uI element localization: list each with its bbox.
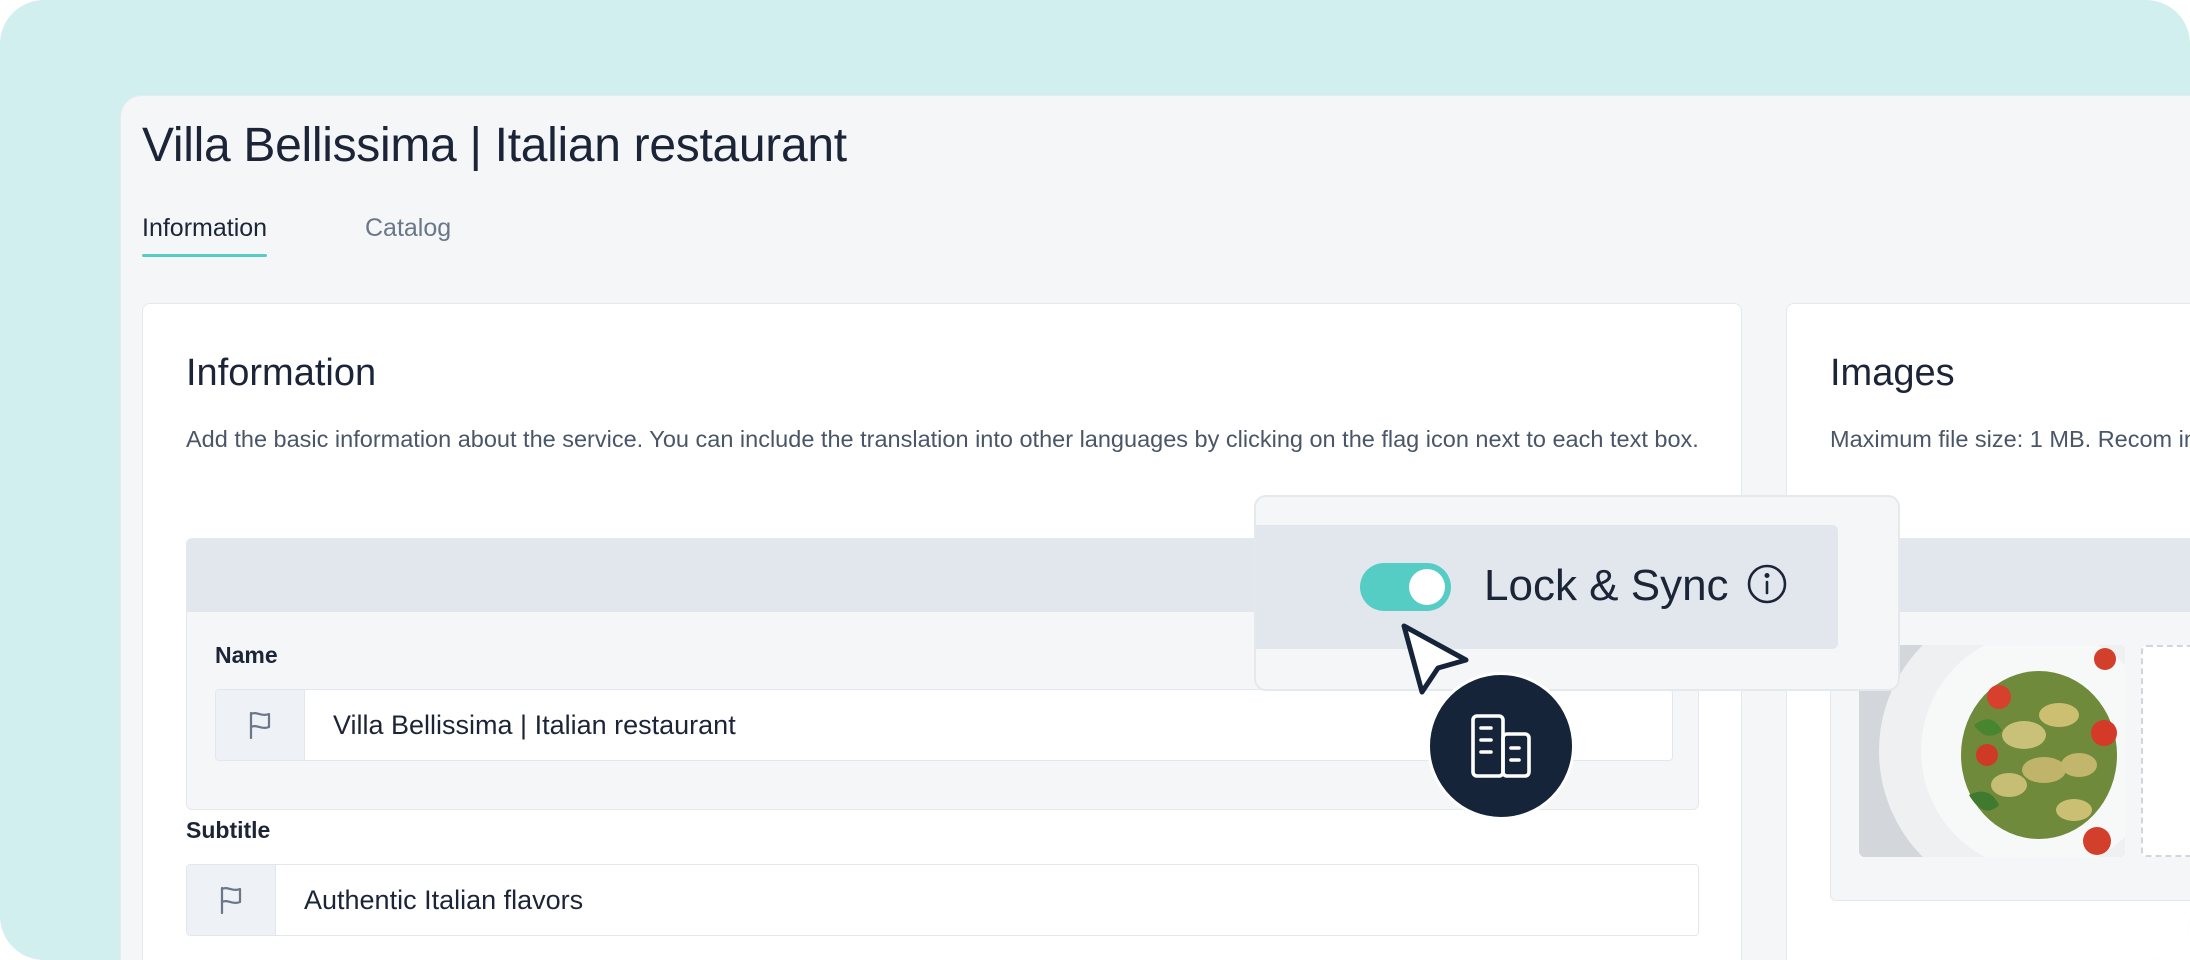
subtitle-language-button[interactable] xyxy=(187,865,276,935)
lock-sync-bar: Lock & Sync xyxy=(1256,525,1838,649)
flag-icon xyxy=(220,886,242,915)
buildings-icon xyxy=(1471,714,1531,778)
flag-icon xyxy=(249,711,271,740)
toggle-knob xyxy=(1409,569,1445,605)
tab-catalog[interactable]: Catalog xyxy=(365,214,451,257)
name-language-button[interactable] xyxy=(216,690,305,760)
name-label: Name xyxy=(215,642,278,668)
lock-sync-toggle[interactable] xyxy=(1360,563,1451,611)
images-card-title: Images xyxy=(1830,352,1955,394)
lock-sync-popover: Lock & Sync xyxy=(1254,495,1900,691)
lock-sync-label: Lock & Sync xyxy=(1484,561,1729,610)
page-title: Villa Bellissima | Italian restaurant xyxy=(142,119,847,172)
subtitle-label: Subtitle xyxy=(186,817,271,843)
subtitle-input[interactable]: Authentic Italian flavors xyxy=(186,864,1699,936)
backdrop: Villa Bellissima | Italian restaurant In… xyxy=(0,0,2190,960)
info-icon[interactable] xyxy=(1746,563,1788,605)
information-card-title: Information xyxy=(186,352,377,394)
tab-information[interactable]: Information xyxy=(142,214,268,257)
images-card-description: Maximum file size: 1 MB. Recom image. xyxy=(1830,426,2190,452)
subtitle-input-value[interactable]: Authentic Italian flavors xyxy=(276,865,1698,935)
add-image-slot[interactable] xyxy=(2141,645,2190,857)
lock-sync-fab[interactable] xyxy=(1427,672,1575,820)
information-card-description: Add the basic information about the serv… xyxy=(186,426,1699,452)
